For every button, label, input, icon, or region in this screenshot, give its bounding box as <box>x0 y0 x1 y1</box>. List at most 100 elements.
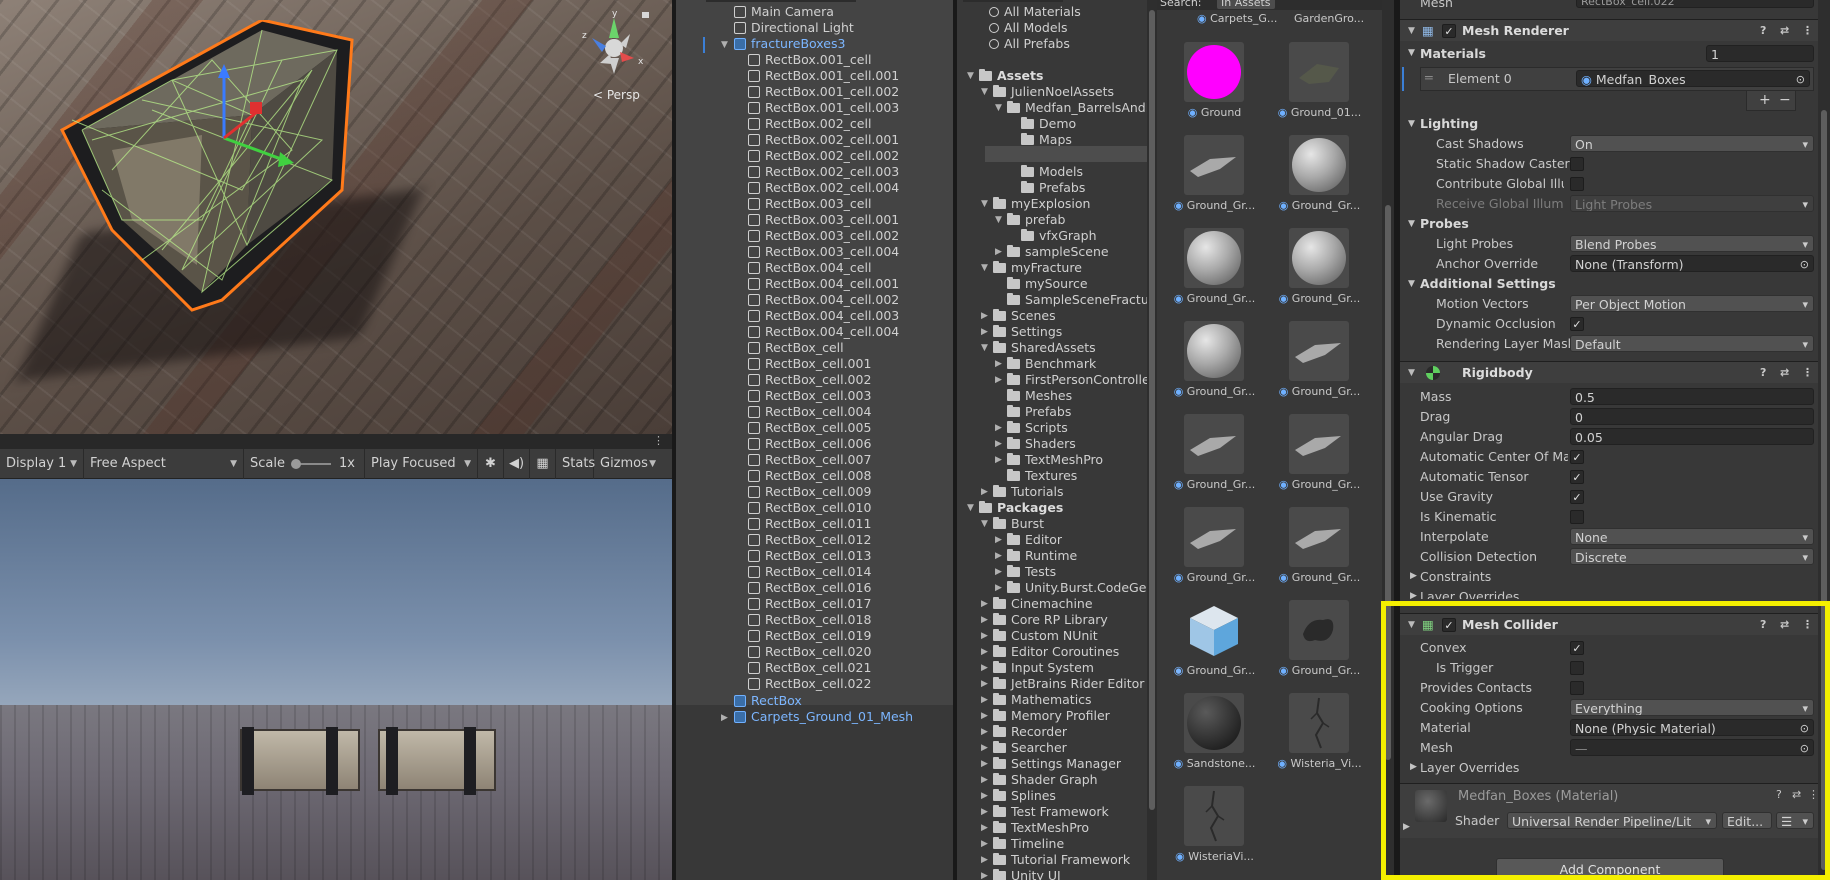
expand-arrow-icon[interactable]: ▶ <box>995 359 1002 369</box>
presets-icon[interactable]: ⇄ <box>1780 362 1789 384</box>
expand-arrow-icon[interactable]: ▶ <box>981 759 988 769</box>
project-folder[interactable]: Runtime <box>1007 548 1077 564</box>
collapse-arrow-icon[interactable]: ▼ <box>967 71 974 81</box>
convex-checkbox[interactable]: ✓ <box>1570 641 1584 655</box>
expand-arrow-icon[interactable]: ▶ <box>995 535 1002 545</box>
scrollbar-thumb[interactable] <box>1149 10 1155 810</box>
orientation-gizmo[interactable]: y x z <box>572 8 656 78</box>
project-folder[interactable]: JulienNoelAssets <box>993 84 1114 100</box>
scrollbar-thumb[interactable] <box>1385 205 1391 760</box>
scale-slider[interactable]: Scale 1x <box>244 448 365 479</box>
asset-tile[interactable]: ◉ Wisteria_Vi... <box>1272 693 1362 787</box>
hierarchy-item[interactable]: RectBox.004_cell.004 <box>748 324 899 340</box>
project-folder[interactable]: Scripts <box>1007 420 1068 436</box>
hierarchy-item[interactable]: RectBox_cell.005 <box>748 420 871 436</box>
project-folder[interactable]: Tutorial Framework <box>993 852 1130 868</box>
expand-arrow-icon[interactable]: ▶ <box>995 423 1002 433</box>
asset-tile[interactable]: ◉ Ground_Gr... <box>1272 135 1362 229</box>
project-folder[interactable]: Prefabs <box>1007 404 1071 420</box>
use-gravity-checkbox[interactable]: ✓ <box>1570 490 1584 504</box>
collapse-arrow-icon[interactable]: ▼ <box>995 215 1002 225</box>
expand-arrow-icon[interactable]: ▶ <box>995 455 1002 465</box>
shader-menu-button[interactable]: ☰ <box>1776 812 1814 829</box>
project-folder[interactable]: sampleScene <box>1007 244 1109 260</box>
project-folder[interactable]: Unity UI <box>993 868 1061 880</box>
collapse-arrow-icon[interactable]: ▼ <box>1408 119 1415 129</box>
asset-tile[interactable]: ◉ Ground_Gr... <box>1167 414 1257 508</box>
element0-field[interactable]: ◉ Medfan_Boxes ⊙ <box>1576 70 1810 87</box>
favorite-all-models[interactable]: All Models <box>989 20 1068 36</box>
hierarchy-item-rectbox[interactable]: RectBox <box>734 693 802 709</box>
expand-arrow-icon[interactable]: ▶ <box>981 775 988 785</box>
mass-field[interactable]: 0.5 <box>1570 388 1814 405</box>
aspect-dropdown[interactable]: Free Aspect ▼ <box>84 448 244 479</box>
collapse-arrow-icon[interactable]: ▼ <box>981 519 988 529</box>
project-folder[interactable]: Shaders <box>1007 436 1076 452</box>
project-folder[interactable]: TextMeshPro <box>993 820 1089 836</box>
hierarchy-item[interactable]: RectBox_cell.010 <box>748 500 871 516</box>
hierarchy-item[interactable]: RectBox.002_cell.001 <box>748 132 899 148</box>
remove-element-button[interactable]: − <box>1779 91 1791 109</box>
search-scope-chip[interactable]: In Assets <box>1217 0 1275 9</box>
asset-tile[interactable]: ◉ WisteriaVi... <box>1167 786 1257 880</box>
help-icon[interactable]: ? <box>1760 362 1766 384</box>
hierarchy-item[interactable]: RectBox_cell.001 <box>748 356 871 372</box>
collapse-arrow-icon[interactable]: ▼ <box>995 103 1002 113</box>
is-kinematic-checkbox[interactable] <box>1570 510 1584 524</box>
hierarchy-item[interactable]: RectBox_cell.022 <box>748 676 871 692</box>
asset-tile[interactable]: ◉ Ground <box>1167 42 1257 136</box>
stats-button[interactable]: Stats <box>556 448 595 479</box>
presets-icon[interactable]: ⇄ <box>1792 788 1801 801</box>
project-folder[interactable]: Assets <box>979 68 1043 84</box>
rendering-layer-mask-dropdown[interactable]: Default <box>1570 335 1814 352</box>
hierarchy-item[interactable]: RectBox.002_cell.002 <box>748 148 899 164</box>
expand-arrow-icon[interactable]: ▶ <box>1403 822 1410 832</box>
scale-thumb[interactable] <box>290 458 301 469</box>
project-folder[interactable]: Editor Coroutines <box>993 644 1119 660</box>
expand-arrow-icon[interactable]: ▶ <box>981 311 988 321</box>
expand-arrow-icon[interactable]: ▶ <box>1410 571 1417 581</box>
hierarchy-item[interactable]: RectBox.003_cell <box>748 196 871 212</box>
hierarchy-item-directional-light[interactable]: Directional Light <box>734 20 854 36</box>
expand-arrow-icon[interactable]: ▶ <box>981 807 988 817</box>
asset-tile[interactable]: ◉ Ground_Gr... <box>1167 600 1257 694</box>
project-folder[interactable]: myExplosion <box>993 196 1090 212</box>
collapse-arrow-icon[interactable]: ▼ <box>967 503 974 513</box>
mesh-renderer-enabled-checkbox[interactable]: ✓ <box>1442 24 1456 38</box>
project-folder[interactable]: SampleSceneFracture <box>1007 292 1147 308</box>
more-icon[interactable]: ⋮ <box>1802 614 1813 636</box>
help-icon[interactable]: ? <box>1760 20 1766 42</box>
project-folder[interactable]: Splines <box>993 788 1056 804</box>
expand-arrow-icon[interactable]: ▶ <box>981 727 988 737</box>
object-picker-icon[interactable]: ⊙ <box>1800 740 1809 755</box>
rb-layer-overrides-foldout[interactable]: Layer Overrides <box>1420 588 1519 599</box>
more-icon[interactable]: ⋮ <box>1808 788 1818 801</box>
project-folder[interactable]: Unity.Burst.CodeGen <box>1007 580 1147 596</box>
project-folder[interactable]: Textures <box>1007 468 1077 484</box>
expand-arrow-icon[interactable]: ▶ <box>981 871 988 880</box>
add-component-button[interactable]: Add Component <box>1496 858 1724 880</box>
project-folder[interactable]: Mathematics <box>993 692 1092 708</box>
asset-tile[interactable]: ◉ Ground_Gr... <box>1167 135 1257 229</box>
hierarchy-item[interactable]: RectBox_cell.008 <box>748 468 871 484</box>
more-icon[interactable]: ⋮ <box>1802 362 1813 384</box>
audio-icon[interactable]: ◀) <box>504 448 530 479</box>
hierarchy-item-main-camera[interactable]: Main Camera <box>734 4 834 20</box>
hierarchy-item[interactable]: RectBox_cell.002 <box>748 372 871 388</box>
asset-tile[interactable]: ◉ Ground_Gr... <box>1167 321 1257 415</box>
asset-tile[interactable]: ◉ Ground_01... <box>1272 42 1362 136</box>
hierarchy-item[interactable]: RectBox.002_cell.004 <box>748 180 899 196</box>
project-folder[interactable]: FirstPersonController <box>1007 372 1147 388</box>
hierarchy-item[interactable]: RectBox_cell.014 <box>748 564 871 580</box>
project-folder[interactable]: Shader Graph <box>993 772 1098 788</box>
asset-tile[interactable]: ◉ Ground_Gr... <box>1272 321 1362 415</box>
hierarchy-item[interactable]: RectBox_cell.004 <box>748 404 871 420</box>
collapse-arrow-icon[interactable]: ▼ <box>981 199 988 209</box>
expand-arrow-icon[interactable]: ▶ <box>981 839 988 849</box>
project-folder[interactable]: Recorder <box>993 724 1067 740</box>
expand-arrow-icon[interactable]: ▶ <box>981 695 988 705</box>
hierarchy-item[interactable]: RectBox.004_cell.002 <box>748 292 899 308</box>
collider-mesh-field[interactable]: — ⊙ <box>1570 739 1814 756</box>
expand-arrow-icon[interactable]: ▶ <box>981 711 988 721</box>
project-folder[interactable]: Searcher <box>993 740 1067 756</box>
